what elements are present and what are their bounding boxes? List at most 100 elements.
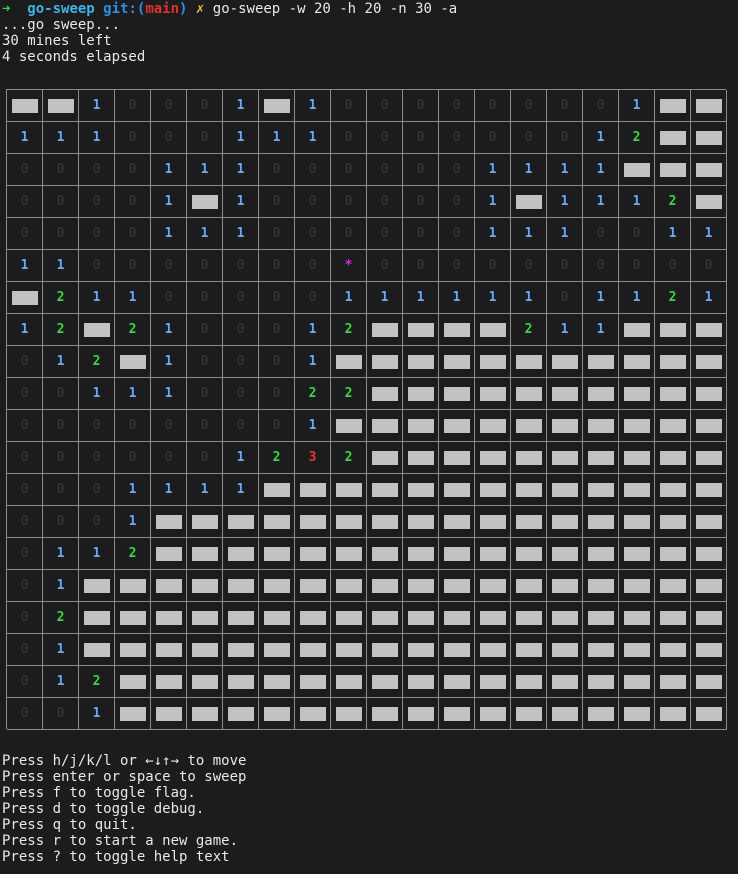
covered-cell[interactable] <box>331 346 367 378</box>
revealed-cell[interactable]: 1 <box>151 154 187 186</box>
covered-cell[interactable] <box>583 506 619 538</box>
covered-cell[interactable] <box>511 538 547 570</box>
covered-cell[interactable] <box>403 378 439 410</box>
covered-cell[interactable] <box>583 570 619 602</box>
covered-cell[interactable] <box>403 346 439 378</box>
revealed-cell[interactable]: 0 <box>43 154 79 186</box>
covered-cell[interactable] <box>439 474 475 506</box>
revealed-cell[interactable]: 0 <box>475 90 511 122</box>
revealed-cell[interactable]: 0 <box>115 442 151 474</box>
revealed-cell[interactable]: 0 <box>403 218 439 250</box>
covered-cell[interactable] <box>655 442 691 474</box>
revealed-cell[interactable]: 0 <box>187 442 223 474</box>
covered-cell[interactable] <box>583 378 619 410</box>
revealed-cell[interactable]: 0 <box>583 250 619 282</box>
covered-cell[interactable] <box>367 634 403 666</box>
revealed-cell[interactable]: 0 <box>583 218 619 250</box>
covered-cell[interactable] <box>691 506 727 538</box>
revealed-cell[interactable]: 1 <box>691 218 727 250</box>
revealed-cell[interactable]: 0 <box>79 154 115 186</box>
covered-cell[interactable] <box>547 506 583 538</box>
revealed-cell[interactable]: 2 <box>655 186 691 218</box>
revealed-cell[interactable]: 0 <box>187 410 223 442</box>
revealed-cell[interactable]: 0 <box>547 90 583 122</box>
revealed-cell[interactable]: 1 <box>223 154 259 186</box>
revealed-cell[interactable]: 0 <box>7 218 43 250</box>
revealed-cell[interactable]: 1 <box>115 474 151 506</box>
covered-cell[interactable] <box>367 570 403 602</box>
covered-cell[interactable] <box>187 506 223 538</box>
revealed-cell[interactable]: 1 <box>475 154 511 186</box>
covered-cell[interactable] <box>331 410 367 442</box>
covered-cell[interactable] <box>187 570 223 602</box>
covered-cell[interactable] <box>475 538 511 570</box>
covered-cell[interactable] <box>475 442 511 474</box>
covered-cell[interactable] <box>475 410 511 442</box>
covered-cell[interactable] <box>295 506 331 538</box>
covered-cell[interactable] <box>439 442 475 474</box>
covered-cell[interactable] <box>511 634 547 666</box>
covered-cell[interactable] <box>331 474 367 506</box>
covered-cell[interactable] <box>511 442 547 474</box>
revealed-cell[interactable]: 1 <box>43 666 79 698</box>
revealed-cell[interactable]: 0 <box>259 186 295 218</box>
covered-cell[interactable] <box>187 666 223 698</box>
covered-cell[interactable] <box>655 154 691 186</box>
revealed-cell[interactable]: 0 <box>7 506 43 538</box>
revealed-cell[interactable]: 0 <box>7 154 43 186</box>
revealed-cell[interactable]: 2 <box>43 282 79 314</box>
revealed-cell[interactable]: 0 <box>691 250 727 282</box>
revealed-cell[interactable]: 0 <box>367 90 403 122</box>
covered-cell[interactable] <box>511 186 547 218</box>
covered-cell[interactable] <box>619 154 655 186</box>
covered-cell[interactable] <box>691 90 727 122</box>
covered-cell[interactable] <box>259 506 295 538</box>
revealed-cell[interactable]: 0 <box>223 378 259 410</box>
revealed-cell[interactable]: 1 <box>7 250 43 282</box>
revealed-cell[interactable]: 1 <box>43 250 79 282</box>
revealed-cell[interactable]: 1 <box>79 698 115 730</box>
revealed-cell[interactable]: 1 <box>223 442 259 474</box>
covered-cell[interactable] <box>259 570 295 602</box>
revealed-cell[interactable]: 1 <box>223 90 259 122</box>
covered-cell[interactable] <box>115 602 151 634</box>
covered-cell[interactable] <box>547 698 583 730</box>
revealed-cell[interactable]: 2 <box>331 442 367 474</box>
revealed-cell[interactable]: 1 <box>583 154 619 186</box>
revealed-cell[interactable]: 1 <box>511 282 547 314</box>
covered-cell[interactable] <box>547 538 583 570</box>
covered-cell[interactable] <box>187 186 223 218</box>
covered-cell[interactable] <box>583 410 619 442</box>
revealed-cell[interactable]: 0 <box>79 218 115 250</box>
revealed-cell[interactable]: 0 <box>7 378 43 410</box>
covered-cell[interactable] <box>115 634 151 666</box>
covered-cell[interactable] <box>439 602 475 634</box>
revealed-cell[interactable]: 0 <box>7 474 43 506</box>
covered-cell[interactable] <box>655 666 691 698</box>
covered-cell[interactable] <box>115 346 151 378</box>
revealed-cell[interactable]: 2 <box>43 314 79 346</box>
covered-cell[interactable] <box>655 346 691 378</box>
covered-cell[interactable] <box>475 474 511 506</box>
revealed-cell[interactable]: 2 <box>79 666 115 698</box>
covered-cell[interactable] <box>439 698 475 730</box>
covered-cell[interactable] <box>403 506 439 538</box>
covered-cell[interactable] <box>547 346 583 378</box>
covered-cell[interactable] <box>583 698 619 730</box>
covered-cell[interactable] <box>439 538 475 570</box>
covered-cell[interactable] <box>259 602 295 634</box>
covered-cell[interactable] <box>295 698 331 730</box>
revealed-cell[interactable]: 0 <box>259 154 295 186</box>
covered-cell[interactable] <box>583 474 619 506</box>
covered-cell[interactable] <box>403 570 439 602</box>
revealed-cell[interactable]: 2 <box>511 314 547 346</box>
covered-cell[interactable] <box>547 378 583 410</box>
revealed-cell[interactable]: 1 <box>403 282 439 314</box>
revealed-cell[interactable]: 1 <box>547 154 583 186</box>
revealed-cell[interactable]: 0 <box>115 186 151 218</box>
revealed-cell[interactable]: 0 <box>259 218 295 250</box>
revealed-cell[interactable]: 0 <box>187 250 223 282</box>
revealed-cell[interactable]: 0 <box>223 250 259 282</box>
revealed-cell[interactable]: 1 <box>43 570 79 602</box>
covered-cell[interactable] <box>619 474 655 506</box>
